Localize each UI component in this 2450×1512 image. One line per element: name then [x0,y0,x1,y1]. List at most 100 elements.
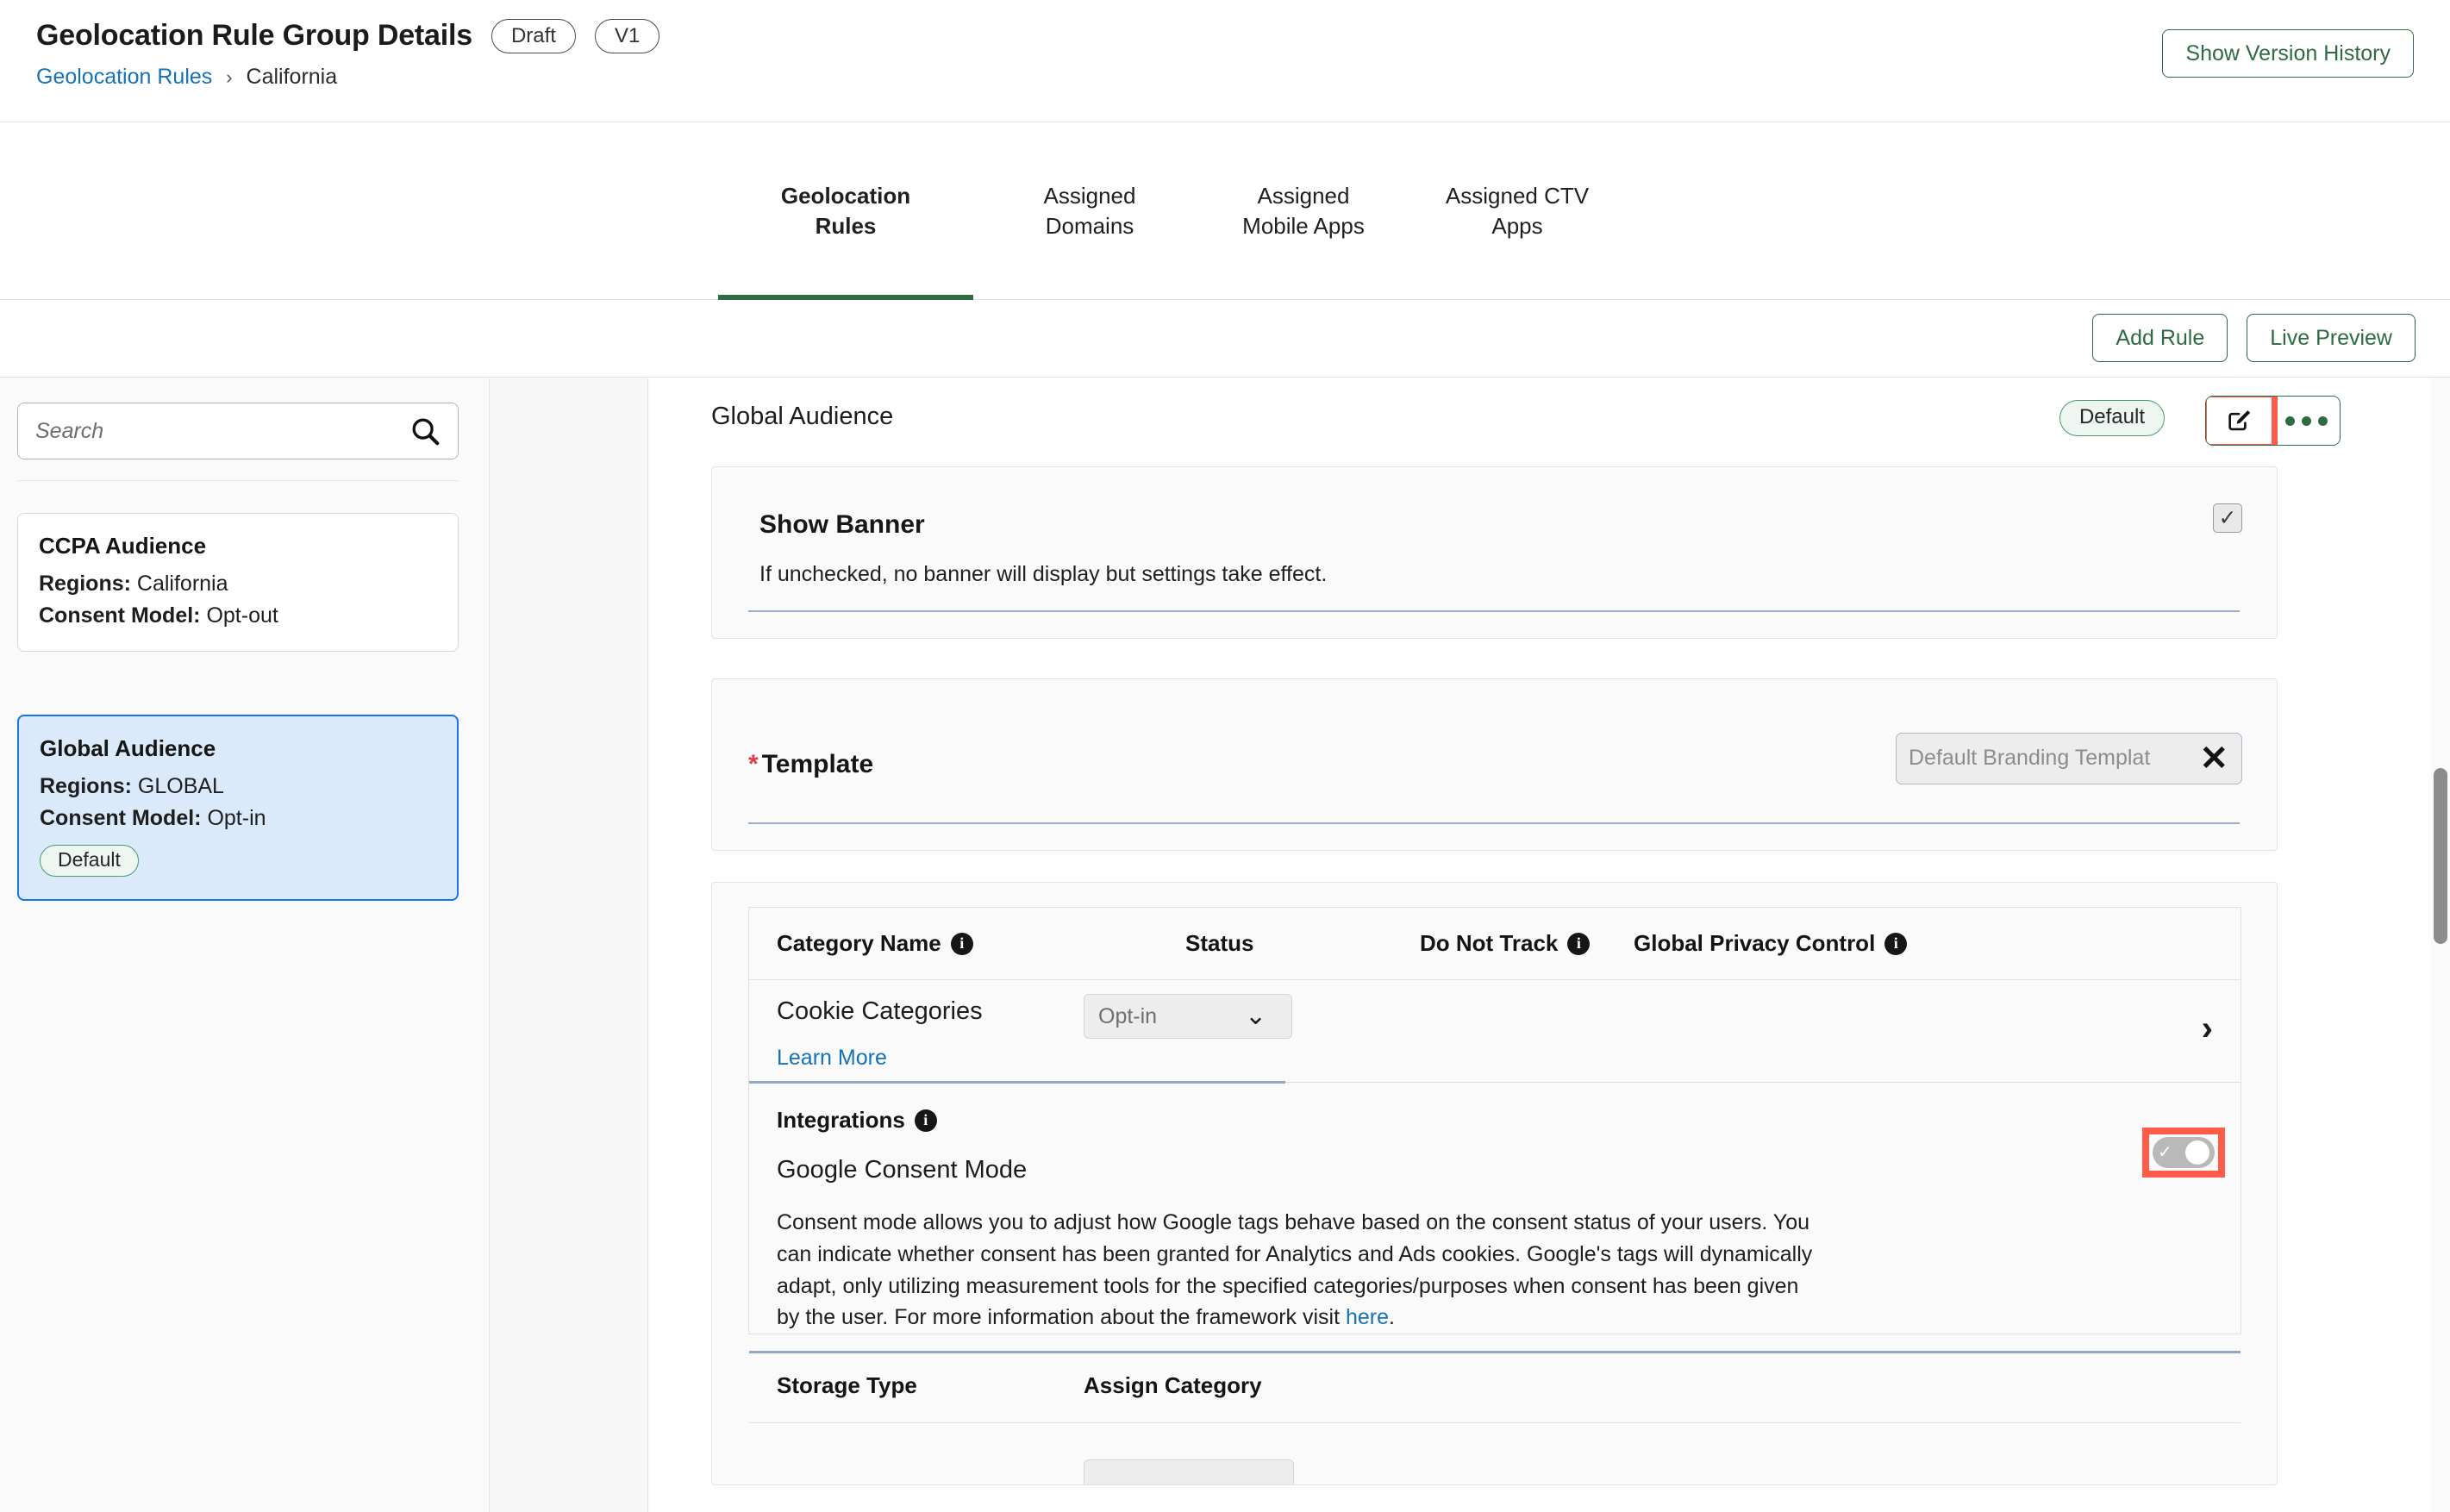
list-item-consent-label: Consent Model: [40,806,202,830]
panel-title: Global Audience [711,403,894,430]
column-header-label: Do Not Track [1420,930,1559,956]
show-banner-description: If unchecked, no banner will display but… [759,562,1328,586]
tabs-bar: Geolocation Rules Assigned Domains Assig… [0,122,2450,300]
more-options-icon [2285,415,2328,426]
table-header-row: Category Name i Status Do Not Track i Gl… [749,908,2241,980]
google-consent-mode-title: Google Consent Mode [777,1156,1028,1184]
page-scrollbar-track[interactable] [2431,378,2450,1512]
list-item-ccpa-audience[interactable]: CCPA Audience Regions: California Consen… [17,513,459,652]
info-icon[interactable]: i [1884,932,1908,955]
breadcrumb-link-geolocation-rules[interactable]: Geolocation Rules [36,65,212,89]
column-header-assign-category: Assign Category [1084,1372,1262,1398]
categories-table: Category Name i Status Do Not Track i Gl… [748,907,2241,1484]
more-options-button[interactable] [2272,397,2340,445]
gcm-desc-part1: Consent mode allows you to adjust how Go… [777,1210,1813,1330]
sidebar-divider [17,480,459,481]
show-banner-underline [748,610,2240,612]
column-header-do-not-track: Do Not Track i [1420,930,1634,957]
search-box [17,403,459,459]
cookie-categories-name: Cookie Categories [777,997,983,1025]
page-title: Geolocation Rule Group Details [36,19,472,53]
list-item-consent-value: Opt-in [207,806,266,830]
tab-geolocation-rules[interactable]: Geolocation Rules [718,122,973,300]
google-consent-mode-description: Consent mode allows you to adjust how Go… [777,1207,1824,1334]
info-icon[interactable]: i [914,1109,937,1132]
list-item-regions: Regions: GLOBAL [40,774,436,799]
list-item-regions-label: Regions: [40,774,132,798]
template-clear-icon[interactable]: ✕ [2199,733,2228,784]
breadcrumb: Geolocation Rules › California [36,65,337,90]
tab-assigned-ctv-apps[interactable]: Assigned CTV Apps [1401,122,1634,300]
info-icon[interactable]: i [1567,932,1591,955]
integrations-block: Integrations i Google Consent Mode Conse… [749,1083,2241,1334]
info-icon[interactable]: i [950,932,973,955]
list-item-consent-label: Consent Model: [39,603,201,628]
list-item-title: CCPA Audience [39,533,207,559]
required-asterisk: * [748,750,759,778]
table-header-row-storage: Storage Type Assign Category [749,1353,2241,1423]
gcm-here-link[interactable]: here [1346,1305,1389,1329]
show-version-history-button[interactable]: Show Version History [2162,29,2414,78]
tab-assigned-mobile-apps[interactable]: Assigned Mobile Apps [1206,122,1401,300]
column-header-category-name: Category Name i [777,930,1185,957]
gcm-desc-part2: . [1389,1305,1395,1330]
sidebar-spacer-column [491,378,648,1512]
breadcrumb-separator-icon: › [226,66,233,88]
integrations-label: Integrations [777,1107,905,1133]
checkmark-icon: ✓ [2218,505,2237,530]
page-header: Geolocation Rule Group Details Draft V1 … [0,0,2450,122]
column-header-storage-type: Storage Type [777,1372,917,1398]
show-banner-section: Show Banner If unchecked, no banner will… [711,466,2278,639]
edit-pencil-icon [2228,410,2250,431]
list-item-regions-value: GLOBAL [137,774,224,798]
categories-section: Category Name i Status Do Not Track i Gl… [711,882,2278,1485]
column-header-label: Global Privacy Control [1634,930,1876,956]
rule-detail-panel: Global Audience Default Show Banner If u… [649,378,2450,1512]
show-banner-checkbox[interactable]: ✓ [2213,503,2242,533]
list-item-regions-value: California [136,572,228,596]
template-label-text: Template [761,750,874,778]
chevron-right-icon[interactable]: › [2202,1011,2213,1046]
list-item-global-audience[interactable]: Global Audience Regions: GLOBAL Consent … [17,715,459,901]
add-rule-button[interactable]: Add Rule [2092,314,2228,362]
default-badge: Default [40,845,139,877]
breadcrumb-current: California [246,65,338,89]
list-item-consent: Consent Model: Opt-in [40,806,436,831]
live-preview-button[interactable]: Live Preview [2247,314,2416,362]
version-badge: V1 [594,19,660,53]
search-icon[interactable] [409,415,441,447]
toggle-highlight-box [2142,1128,2225,1178]
show-banner-title: Show Banner [759,510,925,539]
column-header-label: Category Name [777,930,941,956]
panel-header: Global Audience Default [649,378,2450,465]
learn-more-link[interactable]: Learn More [777,1046,887,1071]
audience-sidebar: CCPA Audience Regions: California Consen… [0,378,490,1512]
body-area: CCPA Audience Regions: California Consen… [0,378,2450,1512]
tab-list: Geolocation Rules Assigned Domains Assig… [718,122,1634,300]
list-item-consent-value: Opt-out [206,603,278,628]
tab-assigned-domains[interactable]: Assigned Domains [973,122,1206,300]
page-scrollbar-thumb[interactable] [2434,768,2447,944]
edit-button[interactable] [2206,397,2278,445]
search-input[interactable] [17,403,459,459]
column-header-global-privacy-control: Global Privacy Control i [1634,930,1908,957]
chevron-down-icon[interactable]: ⌄ [1245,994,1266,1039]
action-bar: Add Rule Live Preview [0,300,2450,378]
status-badge-draft: Draft [491,19,576,53]
template-select[interactable]: Default Branding Templat [1896,733,2242,784]
list-item-regions: Regions: California [39,572,437,597]
panel-icon-group [2205,396,2341,446]
list-item-title: Global Audience [40,735,216,761]
template-label: * Template [748,750,873,779]
list-item-regions-label: Regions: [39,572,131,596]
assign-category-select[interactable] [1084,1459,1294,1484]
list-item-consent: Consent Model: Opt-out [39,603,437,628]
template-section: * Template Default Branding Templat ✕ [711,678,2278,851]
action-bar-buttons: Add Rule Live Preview [2092,314,2416,362]
panel-default-chip: Default [2059,400,2165,436]
template-underline [748,822,2240,824]
column-header-label: Status [1185,930,1254,956]
title-row: Geolocation Rule Group Details Draft V1 [36,19,660,53]
integrations-title: Integrations i [777,1107,2241,1134]
column-header-status: Status [1185,930,1420,957]
